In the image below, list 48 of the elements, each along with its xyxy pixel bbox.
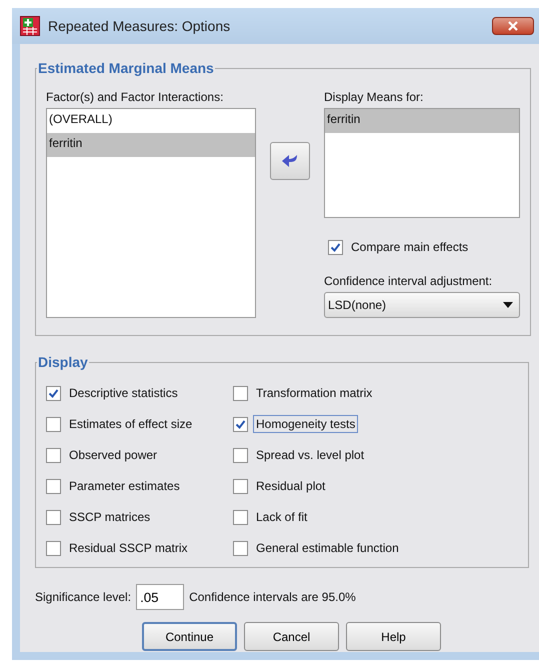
checkbox-label: Parameter estimates xyxy=(68,478,181,495)
dialog-button[interactable]: Cancel xyxy=(244,622,339,651)
list-item[interactable]: (OVERALL) xyxy=(47,109,255,133)
dropdown-label: Confidence interval adjustment: xyxy=(324,274,494,288)
arrow-icon xyxy=(281,153,299,169)
checkbox[interactable] xyxy=(46,416,61,432)
checkbox-label: Spread vs. level plot xyxy=(255,447,366,464)
checkbox-label: Estimates of effect size xyxy=(68,416,194,433)
list-label: Display Means for: xyxy=(324,90,424,104)
checkbox-label: Lack of fit xyxy=(255,509,308,526)
list-item[interactable]: ferritin xyxy=(325,109,519,133)
checkbox[interactable] xyxy=(46,510,61,524)
checkbox-label: Descriptive statistics xyxy=(68,385,179,402)
checkbox[interactable] xyxy=(328,240,343,254)
checkbox[interactable] xyxy=(233,478,248,494)
confidence-note: Confidence intervals are 95.0% xyxy=(189,590,356,604)
move-button[interactable] xyxy=(270,142,310,180)
checkbox-label: General estimable function xyxy=(255,540,400,557)
dialog-button[interactable]: Help xyxy=(346,622,441,651)
group-title: Estimated Marginal Means xyxy=(37,60,215,76)
adjustment-dropdown[interactable]: LSD(none) xyxy=(324,292,520,318)
checkbox[interactable] xyxy=(233,448,248,462)
checkbox-label: Residual plot xyxy=(255,478,326,495)
checkbox-label: Transformation matrix xyxy=(255,385,374,402)
checkbox[interactable] xyxy=(233,416,248,432)
checkbox[interactable] xyxy=(46,448,61,462)
field-label: Significance level: xyxy=(35,590,132,604)
significance-field[interactable]: .05 xyxy=(136,584,184,610)
checkbox-label: Homogeneity tests xyxy=(253,415,358,433)
checkbox[interactable] xyxy=(233,386,248,400)
close-icon xyxy=(507,21,519,31)
checkbox-label: Compare main effects xyxy=(350,239,470,256)
checkbox[interactable] xyxy=(46,386,61,400)
checkbox-label: SSCP matrices xyxy=(68,509,152,526)
checkbox[interactable] xyxy=(233,540,248,556)
checkbox[interactable] xyxy=(233,510,248,524)
app-icon xyxy=(20,16,40,36)
close-button[interactable] xyxy=(492,17,534,35)
window-title: Repeated Measures: Options xyxy=(48,18,230,34)
checkbox-label: Residual SSCP matrix xyxy=(68,540,188,557)
checkbox-label: Observed power xyxy=(68,447,158,464)
checkbox[interactable] xyxy=(46,540,61,556)
dialog-button[interactable]: Continue xyxy=(142,622,237,651)
checkbox[interactable] xyxy=(46,478,61,494)
list-label: Factor(s) and Factor Interactions: xyxy=(46,90,224,104)
list-item[interactable]: ferritin xyxy=(47,133,255,157)
dropdown-arrow-icon xyxy=(503,302,513,308)
group-title: Display xyxy=(37,354,89,370)
